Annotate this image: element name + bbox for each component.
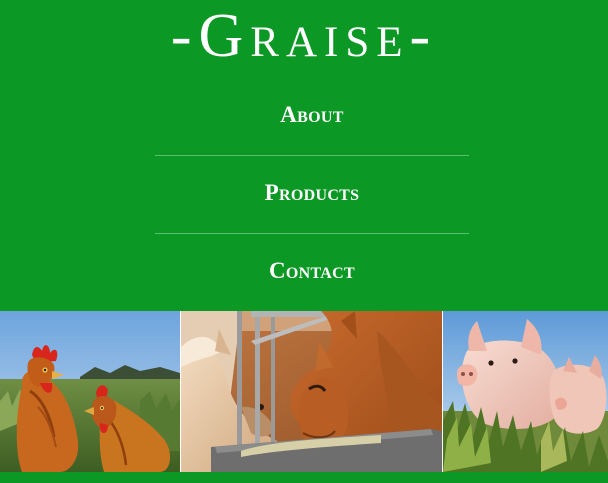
pigs-photo: [443, 311, 608, 472]
horses-icon: [181, 311, 442, 472]
photo-strip: [0, 311, 608, 472]
nav-contact-link[interactable]: Contact: [155, 234, 469, 311]
pigs-icon: [443, 311, 608, 472]
site-logo[interactable]: -Graise-: [0, 0, 608, 72]
nav-products-link[interactable]: Products: [155, 156, 469, 234]
footer-band: [0, 472, 608, 483]
nav-about-link[interactable]: About: [155, 78, 469, 156]
horses-photo: [181, 311, 443, 472]
main-nav: About Products Contact: [155, 78, 469, 311]
chickens-photo: [0, 311, 181, 472]
chickens-icon: [0, 311, 180, 472]
